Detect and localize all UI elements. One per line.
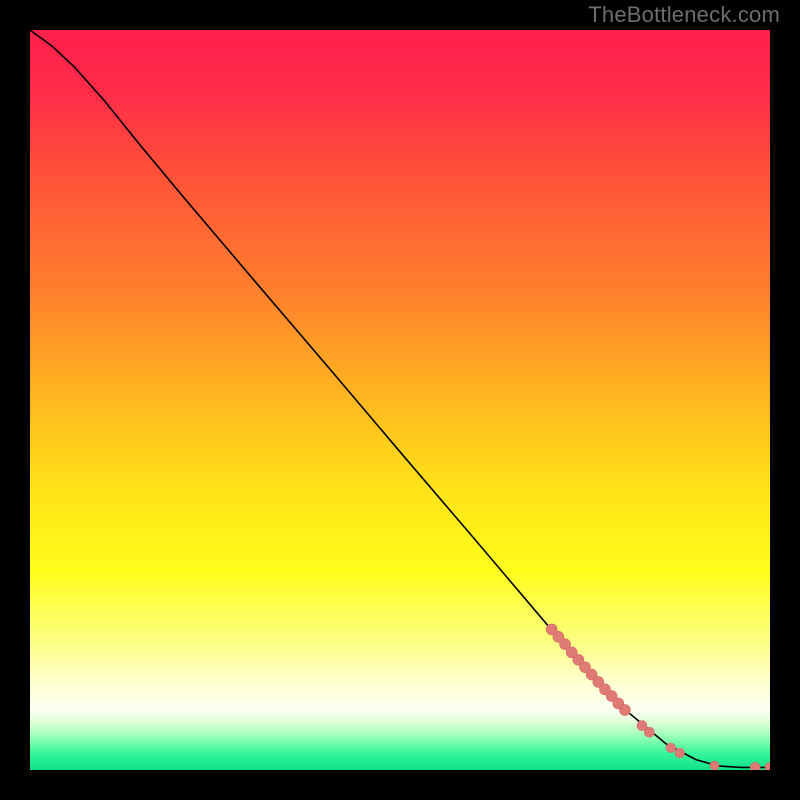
data-marker <box>750 762 760 770</box>
watermark-text: TheBottleneck.com <box>588 2 780 28</box>
data-marker <box>710 761 719 770</box>
data-marker <box>619 705 630 716</box>
plot-area <box>30 30 770 770</box>
data-marker <box>666 743 676 753</box>
chart-svg <box>30 30 770 770</box>
gradient-background <box>30 30 770 770</box>
data-marker <box>675 748 685 758</box>
data-marker <box>644 727 654 737</box>
chart-stage: TheBottleneck.com <box>0 0 800 800</box>
